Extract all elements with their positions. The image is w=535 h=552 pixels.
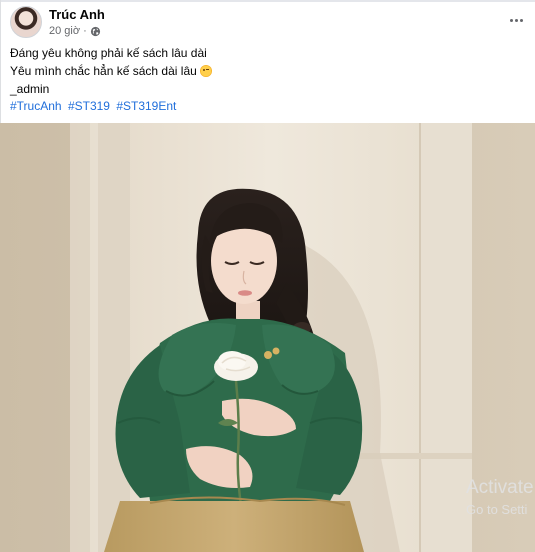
post-time[interactable]: 20 giờ (49, 25, 80, 37)
post-meta: 20 giờ · (49, 25, 101, 37)
wink-emoji-icon (199, 65, 212, 77)
post-header: Trúc Anh 20 giờ · (0, 0, 535, 44)
avatar[interactable] (10, 6, 42, 38)
wall-panel (420, 123, 472, 552)
globe-icon[interactable] (90, 26, 101, 37)
settings-watermark: Go to Setti (466, 502, 528, 517)
photo-illustration (0, 123, 535, 552)
post-photo[interactable]: Activate Go to Setti (0, 123, 535, 552)
hashtag-row: #TrucAnh #ST319 #ST319Ent (10, 98, 179, 114)
meta-separator: · (83, 25, 87, 37)
hashtag-link[interactable]: #ST319 (68, 99, 110, 113)
caption-line-1: Đáng yêu không phải kế sách lâu dài (10, 46, 207, 60)
caption-line-3: _admin (10, 82, 50, 96)
caption-line-2: Yêu mình chắc hẳn kế sách dài lâu (10, 64, 197, 78)
hashtag-link[interactable]: #ST319Ent (116, 99, 176, 113)
hashtag-link[interactable]: #TrucAnh (10, 99, 62, 113)
post-caption: Đáng yêu không phải kế sách lâu dài Yêu … (10, 44, 525, 98)
more-options-icon[interactable] (503, 9, 529, 31)
caption-line-2-row: Yêu mình chắc hẳn kế sách dài lâu (10, 62, 525, 80)
activate-watermark: Activate (466, 477, 534, 498)
author-name[interactable]: Trúc Anh (49, 7, 105, 22)
curtain (70, 123, 130, 552)
skirt (104, 501, 364, 552)
